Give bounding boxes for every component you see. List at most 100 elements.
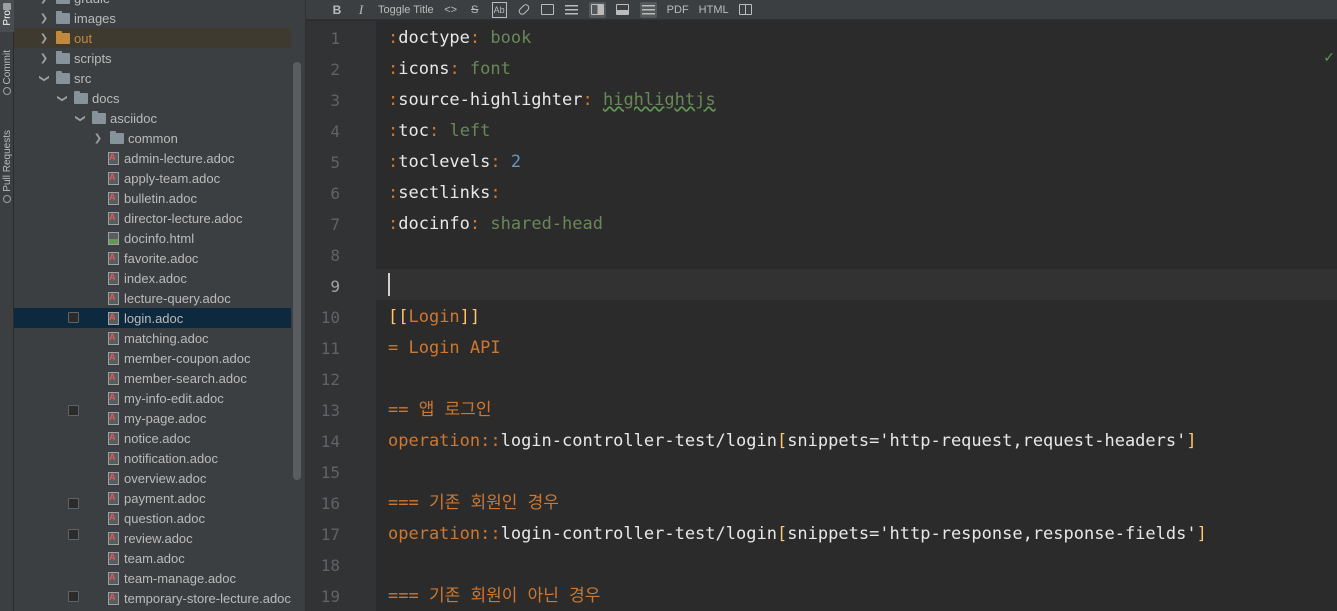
tree-file[interactable]: member-search.adoc — [14, 368, 291, 388]
tree-file[interactable]: favorite.adoc — [14, 248, 291, 268]
fold-marker-icon[interactable] — [68, 591, 79, 602]
preview-image-button[interactable] — [616, 2, 630, 18]
tree-folder[interactable]: ❯ src — [14, 68, 291, 88]
table-button[interactable] — [739, 2, 753, 18]
code-token: : — [490, 152, 511, 172]
fold-marker-icon[interactable] — [68, 405, 79, 416]
code-editor[interactable]: ✓ :doctype: book:icons: font:source-high… — [376, 21, 1337, 611]
pull-requests-tool-tab[interactable]: Pull Requests — [0, 130, 15, 203]
code-line[interactable]: :source-highlighter: highlightjs — [388, 85, 716, 116]
chevron-down-icon[interactable]: ❯ — [57, 92, 68, 104]
code-line[interactable]: = Login API — [388, 333, 501, 364]
chevron-down-icon[interactable]: ❯ — [75, 112, 86, 124]
inspection-ok-icon[interactable]: ✓ — [1323, 49, 1335, 66]
tree-file[interactable]: index.adoc — [14, 268, 291, 288]
code-token: : — [469, 214, 491, 234]
fold-marker-icon[interactable] — [68, 498, 79, 509]
fold-marker-icon[interactable] — [68, 529, 79, 540]
tree-file[interactable]: lecture-query.adoc — [14, 288, 291, 308]
tree-file[interactable]: my-page.adoc — [14, 408, 291, 428]
insert-image-button[interactable] — [541, 2, 555, 18]
pdf-button[interactable]: PDF — [667, 2, 689, 18]
tree-item-label: overview.adoc — [124, 470, 207, 486]
strikethrough-button[interactable]: S — [468, 2, 482, 18]
chevron-right-icon[interactable]: ❯ — [92, 133, 104, 144]
link-button[interactable] — [516, 2, 531, 18]
tree-folder[interactable]: ❯ docs — [14, 88, 291, 108]
project-tree[interactable]: ❯ gradle ❯ images ❯ out ❯ scripts ❯ src ❯ docs ❯ asci… — [14, 0, 305, 611]
chevron-right-icon[interactable]: ❯ — [38, 33, 50, 44]
tree-folder[interactable]: ❯ common — [14, 128, 291, 148]
tree-file[interactable]: temporary-store-lecture.adoc — [14, 588, 291, 608]
highlight-button[interactable]: Ab — [491, 1, 507, 18]
chevron-right-icon[interactable]: ❯ — [38, 53, 50, 64]
project-tab-label: Pro — [1, 10, 13, 26]
code-token: book — [490, 28, 532, 48]
project-tool-tab[interactable]: Pro — [0, 0, 15, 32]
tree-item-label: index.adoc — [124, 270, 187, 286]
folder-icon — [110, 130, 124, 144]
tree-folder[interactable]: ❯ out — [14, 28, 291, 48]
line-number: 8 — [330, 246, 340, 265]
commit-tool-tab[interactable]: Commit — [0, 50, 15, 96]
split-layout-button[interactable] — [588, 1, 606, 18]
project-tree-scrollbar[interactable] — [293, 62, 301, 480]
tree-item-label: question.adoc — [124, 510, 205, 526]
tree-item-label: scripts — [74, 50, 112, 66]
tree-file[interactable]: bulletin.adoc — [14, 188, 291, 208]
tree-file[interactable]: login.adoc — [14, 308, 291, 328]
tree-folder[interactable]: ❯ asciidoc — [14, 108, 291, 128]
tree-file[interactable]: question.adoc — [14, 508, 291, 528]
tree-item-label: my-info-edit.adoc — [124, 390, 224, 406]
tree-file[interactable]: matching.adoc — [14, 328, 291, 348]
tree-file[interactable]: docinfo.html — [14, 228, 291, 248]
tree-file[interactable]: notice.adoc — [14, 428, 291, 448]
tree-file[interactable]: member-coupon.adoc — [14, 348, 291, 368]
tree-item-label: review.adoc — [124, 530, 193, 546]
code-token: : — [490, 183, 501, 203]
tree-file[interactable]: payment.adoc — [14, 488, 291, 508]
asciidoc-file-icon — [108, 391, 119, 405]
tree-file[interactable]: review.adoc — [14, 528, 291, 548]
code-line[interactable]: :icons: font — [388, 54, 511, 85]
code-line[interactable]: :toclevels: 2 — [388, 147, 521, 178]
code-line[interactable]: operation::login-controller-test/login[s… — [388, 519, 1207, 550]
tree-file[interactable]: admin-lecture.adoc — [14, 148, 291, 168]
code-line[interactable]: operation::login-controller-test/login[s… — [388, 426, 1197, 457]
asciidoc-file-icon — [108, 351, 119, 365]
code-line[interactable]: === 기존 회원이 아닌 경우 — [388, 581, 600, 611]
bold-button[interactable]: B — [330, 2, 344, 18]
tree-folder[interactable]: ❯ images — [14, 8, 291, 28]
html-button[interactable]: HTML — [699, 2, 729, 18]
code-token: toclevels — [398, 152, 491, 172]
tree-file[interactable]: apply-team.adoc — [14, 168, 291, 188]
code-line[interactable]: :sectlinks: — [388, 178, 501, 209]
code-button[interactable]: <> — [444, 2, 458, 18]
chevron-right-icon[interactable]: ❯ — [38, 13, 50, 24]
code-line[interactable]: [[Login]] — [388, 302, 480, 333]
tree-file[interactable]: team.adoc — [14, 548, 291, 568]
asciidoc-file-icon — [108, 411, 119, 425]
code-line[interactable]: === 기존 회원인 경우 — [388, 488, 559, 519]
line-number: 5 — [330, 153, 340, 172]
tree-item-label: director-lecture.adoc — [124, 210, 243, 226]
line-number-gutter[interactable]: 1 2 3 4 5 6 7 8 9 10 11 12 13 14 15 16 17 18 19 — [306, 21, 376, 611]
tree-file[interactable]: overview.adoc — [14, 468, 291, 488]
code-line[interactable]: :doctype: book — [388, 23, 531, 54]
tree-file[interactable]: my-info-edit.adoc — [14, 388, 291, 408]
tree-file[interactable]: notification.adoc — [14, 448, 291, 468]
soft-wrap-button[interactable] — [639, 1, 657, 18]
chevron-down-icon[interactable]: ❯ — [39, 72, 50, 84]
toggle-title-button[interactable]: Toggle Title — [378, 2, 434, 18]
code-line[interactable]: :docinfo: shared-head — [388, 209, 603, 240]
tree-folder[interactable]: ❯ gradle — [14, 0, 291, 8]
chevron-right-icon[interactable]: ❯ — [38, 0, 50, 4]
tree-file[interactable]: director-lecture.adoc — [14, 208, 291, 228]
code-line[interactable]: :toc: left — [388, 116, 490, 147]
list-button[interactable] — [565, 2, 579, 18]
tree-folder[interactable]: ❯ scripts — [14, 48, 291, 68]
fold-marker-icon[interactable] — [68, 312, 79, 323]
tree-file[interactable]: team-manage.adoc — [14, 568, 291, 588]
code-line[interactable]: == 앱 로그인 — [388, 395, 492, 426]
italic-button[interactable]: I — [354, 2, 368, 18]
